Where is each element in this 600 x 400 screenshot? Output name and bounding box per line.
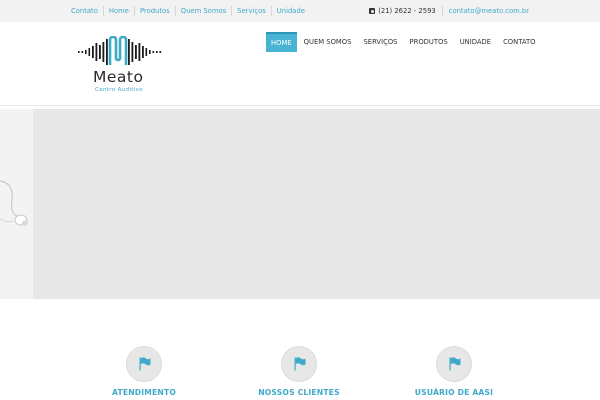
phone-square-icon [369, 8, 376, 14]
site-header: Meato Centro Auditivo HOME QUEM SOMOS SE… [0, 22, 600, 106]
top-link-quem-somos[interactable]: Quem Somos [174, 6, 231, 16]
hero-slider[interactable] [0, 109, 600, 299]
feature-icon-circle [126, 346, 162, 382]
flag-icon [294, 357, 306, 371]
top-links: Contato Home Produtos Quem Somos Serviço… [66, 0, 310, 22]
top-link-contato[interactable]: Contato [66, 6, 103, 16]
top-bar: Contato Home Produtos Quem Somos Serviço… [0, 0, 600, 22]
feature-title: NOSSOS CLIENTES [258, 388, 340, 397]
feature-icon-circle [281, 346, 317, 382]
brand-name: Meato [93, 68, 144, 86]
nav-home[interactable]: HOME [266, 32, 297, 52]
top-link-produtos[interactable]: Produtos [133, 6, 175, 16]
main-nav: HOME QUEM SOMOS SERVIÇOS PRODUTOS UNIDAD… [266, 32, 543, 52]
feature-icon-circle [436, 346, 472, 382]
flag-icon [139, 357, 151, 371]
email-link[interactable]: contato@meato.com.br [441, 6, 529, 16]
top-link-home[interactable]: Home [102, 6, 134, 16]
nav-quem-somos[interactable]: QUEM SOMOS [299, 32, 357, 52]
slide-image-panel [0, 109, 33, 299]
sound-wave-logo-icon [78, 36, 162, 65]
feature-atendimento[interactable]: ATENDIMENTO [84, 346, 204, 397]
brand-tagline: Centro Auditivo [95, 87, 143, 93]
phone-info: (21) 2622 - 2593 [369, 7, 441, 15]
logo[interactable]: Meato Centro Auditivo [76, 36, 166, 98]
nav-produtos[interactable]: PRODUTOS [405, 32, 453, 52]
feature-nossos-clientes[interactable]: NOSSOS CLIENTES [239, 346, 359, 397]
top-link-unidade[interactable]: Unidade [270, 6, 310, 16]
flag-icon [449, 357, 461, 371]
hearing-aid-icon [0, 180, 28, 226]
feature-title: ATENDIMENTO [111, 388, 177, 397]
top-contact: (21) 2622 - 2593 contato@meato.com.br [369, 0, 529, 22]
feature-usuario-de-aasi[interactable]: USUÁRIO DE AASI [394, 346, 514, 397]
feature-title: USUÁRIO DE AASI [414, 388, 494, 397]
nav-servicos[interactable]: SERVIÇOS [358, 32, 402, 52]
nav-contato[interactable]: CONTATO [498, 32, 540, 52]
nav-unidade[interactable]: UNIDADE [455, 32, 496, 52]
phone-number: (21) 2622 - 2593 [378, 7, 436, 15]
top-link-servicos[interactable]: Serviços [231, 6, 271, 16]
features-section: ATENDIMENTO NOSSOS CLIENTES USUÁRIO DE A… [0, 299, 600, 400]
